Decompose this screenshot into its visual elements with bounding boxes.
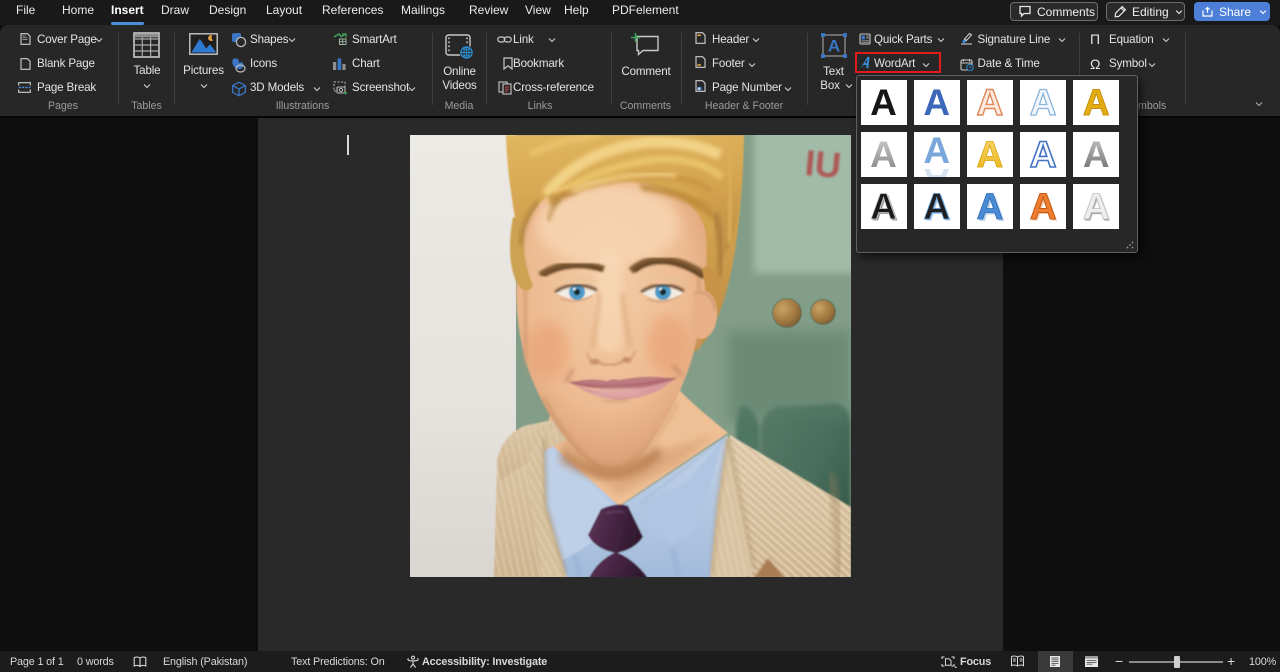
svg-text:A: A (828, 37, 840, 56)
svg-text:IU: IU (803, 142, 842, 186)
